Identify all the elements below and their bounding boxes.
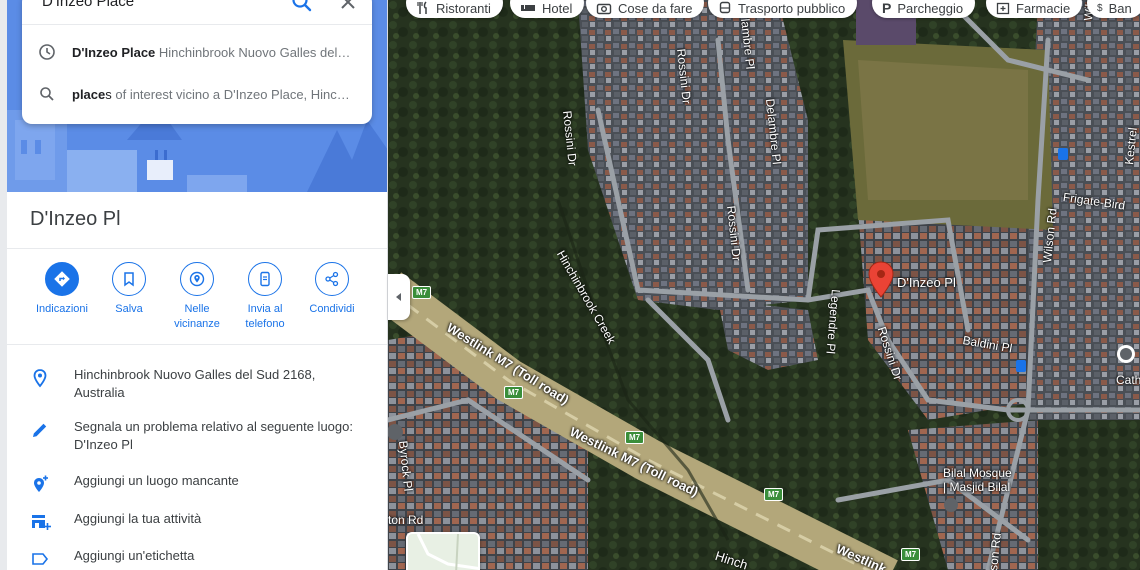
close-button[interactable] xyxy=(334,0,362,16)
collapse-panel-button[interactable] xyxy=(388,274,410,320)
chip-label: Ristoranti xyxy=(436,0,491,16)
layers-thumbnail xyxy=(408,534,478,570)
add-place-icon xyxy=(34,475,48,492)
transit-icon xyxy=(719,1,731,14)
chip-label: Parcheggio xyxy=(897,0,964,16)
divider xyxy=(7,248,387,249)
camera-icon xyxy=(596,3,612,15)
send-to-phone-button[interactable]: Invia al telefono xyxy=(229,262,301,332)
panel-edge xyxy=(0,0,7,570)
atm-icon: $ xyxy=(1097,2,1103,14)
address-text: Hinchinbrook Nuovo Galles del Sud 2168, … xyxy=(74,367,316,400)
satellite-map[interactable]: D'Inzeo Pl Rossini Dr Rossini Dr Rossini… xyxy=(388,0,1140,570)
add-missing-place-row[interactable]: Aggiungi un luogo mancante xyxy=(30,472,370,499)
m7-shield: M7 xyxy=(504,386,524,399)
action-label: Invia al telefono xyxy=(245,303,285,330)
chip-pharmacies[interactable]: Farmacie xyxy=(986,0,1083,18)
directions-icon xyxy=(54,271,70,287)
report-problem-row[interactable]: Segnala un problema relativo al seguente… xyxy=(30,418,370,454)
address-row[interactable]: Hinchinbrook Nuovo Galles del Sud 2168, … xyxy=(30,366,370,402)
add-business-icon xyxy=(32,515,51,530)
chip-label: Hotel xyxy=(542,0,573,16)
nearby-icon xyxy=(189,271,205,287)
suggestions-divider xyxy=(22,24,372,25)
m7-shield: M7 xyxy=(412,286,432,299)
add-label-row[interactable]: Aggiungi un'etichetta xyxy=(30,547,370,570)
suggestion-bold: D'Inzeo Place xyxy=(72,44,156,60)
chip-label: Farmacie xyxy=(1016,0,1071,16)
location-pin-icon xyxy=(33,369,47,388)
chip-restaurants[interactable]: Ristoranti xyxy=(406,0,503,18)
action-label: Salva xyxy=(115,303,143,315)
chip-label: Ban xyxy=(1108,0,1132,16)
action-label: Indicazioni xyxy=(36,303,88,315)
add-business-text: Aggiungi la tua attività xyxy=(74,511,202,526)
add-missing-place-text: Aggiungi un luogo mancante xyxy=(74,473,239,488)
suggestion-bold: place xyxy=(72,86,106,102)
add-business-row[interactable]: Aggiungi la tua attività xyxy=(30,510,370,537)
chip-label: Cose da fare xyxy=(618,0,693,16)
search-input[interactable]: D'Inzeo Place xyxy=(42,0,282,18)
m7-shield: M7 xyxy=(764,488,784,501)
suggestion-item[interactable]: places of interest vicino a D'Inzeo Plac… xyxy=(22,74,372,114)
divider xyxy=(7,344,387,345)
bookmark-icon xyxy=(124,272,134,287)
action-bar: Indicazioni Salva Nelle vicinanze Invia … xyxy=(26,262,366,342)
pencil-icon xyxy=(33,423,47,437)
nearby-button[interactable]: Nelle vicinanze xyxy=(161,262,233,332)
history-icon xyxy=(39,44,55,60)
action-label: Condividi xyxy=(309,303,355,315)
map-label-street[interactable]: ton Rd xyxy=(388,513,423,527)
chip-transit[interactable]: Trasporto pubblico xyxy=(708,0,858,18)
place-panel: D'Inzeo Place D'Inzeo Place Hinchinbrook… xyxy=(0,0,388,570)
chip-atm[interactable]: $ Ban xyxy=(1087,0,1140,18)
share-button[interactable]: Condividi xyxy=(296,262,368,317)
phone-icon xyxy=(260,271,270,287)
map-label-poi[interactable]: | Masjid Bilal xyxy=(943,480,1010,494)
restaurant-icon xyxy=(417,1,427,14)
m7-shield: M7 xyxy=(901,548,921,561)
share-icon xyxy=(325,271,339,287)
chip-parking[interactable]: P Parcheggio xyxy=(872,0,976,18)
place-title: D'Inzeo Pl xyxy=(30,208,121,230)
map-label-poi[interactable]: Bilal Mosque xyxy=(943,466,1012,480)
report-problem-text: Segnala un problema relativo al seguente… xyxy=(74,419,353,452)
search-icon xyxy=(292,0,312,12)
suggestion-rest: Hinchinbrook Nuovo Galles del S... xyxy=(155,44,354,60)
save-button[interactable]: Salva xyxy=(93,262,165,317)
hotel-icon xyxy=(521,5,535,11)
chip-label: Trasporto pubblico xyxy=(738,0,846,16)
layers-toggle[interactable] xyxy=(406,532,480,570)
search-box: D'Inzeo Place D'Inzeo Place Hinchinbrook… xyxy=(22,0,372,124)
search-icon xyxy=(40,87,54,101)
directions-button[interactable]: Indicazioni xyxy=(26,262,98,317)
chip-hotels[interactable]: Hotel xyxy=(510,0,585,18)
suggestion-item[interactable]: D'Inzeo Place Hinchinbrook Nuovo Galles … xyxy=(22,32,372,72)
m7-shield: M7 xyxy=(625,431,645,444)
chevron-left-icon xyxy=(396,293,401,301)
map-label-poi[interactable]: Cath xyxy=(1116,373,1140,387)
map-label-pin[interactable]: D'Inzeo Pl xyxy=(897,275,956,290)
action-label: Nelle vicinanze xyxy=(174,303,220,330)
chip-things-to-do[interactable]: Cose da fare xyxy=(586,0,705,18)
close-icon xyxy=(341,0,355,9)
pharmacy-icon xyxy=(996,2,1010,15)
parking-icon: P xyxy=(882,0,892,16)
suggestion-rest: of interest vicino a D'Inzeo Place, Hinc… xyxy=(111,86,354,102)
add-label-text: Aggiungi un'etichetta xyxy=(74,548,195,563)
search-button[interactable] xyxy=(288,0,316,16)
label-icon xyxy=(32,553,49,565)
